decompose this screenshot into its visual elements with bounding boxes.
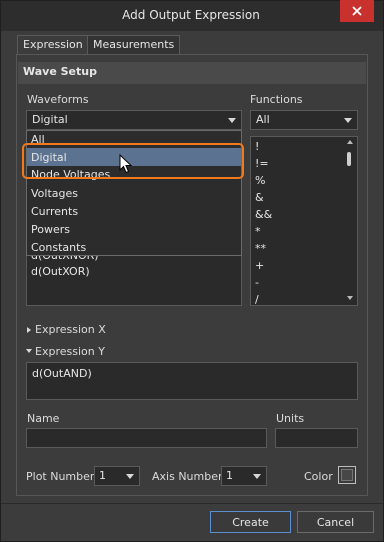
list-item[interactable]: & xyxy=(255,191,264,204)
list-item[interactable]: % xyxy=(255,174,265,187)
expression-y-input[interactable]: d(OutAND) xyxy=(26,362,358,400)
plot-number-value: 1 xyxy=(99,469,106,482)
color-swatch[interactable] xyxy=(338,466,356,484)
tab-expression[interactable]: Expression xyxy=(17,35,89,54)
divider xyxy=(1,503,383,504)
functions-dropdown[interactable]: All xyxy=(250,110,358,130)
scroll-down-icon[interactable] xyxy=(347,296,353,300)
list-item[interactable]: / xyxy=(255,293,259,305)
list-item[interactable]: d(OutXOR) xyxy=(31,265,90,278)
functions-label: Functions xyxy=(250,93,303,106)
name-label: Name xyxy=(27,412,60,425)
functions-list[interactable]: ! != % & && * ** + - / xyxy=(250,136,358,306)
cancel-button[interactable]: Cancel xyxy=(297,511,374,533)
list-item[interactable]: && xyxy=(255,208,272,221)
chevron-down-icon xyxy=(126,474,134,479)
expand-right-icon[interactable] xyxy=(27,327,31,333)
color-label: Color xyxy=(304,470,333,483)
close-button[interactable] xyxy=(340,0,374,22)
chevron-down-icon xyxy=(344,118,352,123)
name-input[interactable] xyxy=(26,428,267,448)
functions-scrollbar[interactable] xyxy=(347,152,351,166)
callout-highlight xyxy=(22,143,244,179)
tab-measurements[interactable]: Measurements xyxy=(87,35,181,54)
create-button[interactable]: Create xyxy=(210,511,291,533)
dropdown-option-voltages[interactable]: Voltages xyxy=(31,187,78,200)
close-icon xyxy=(352,6,362,16)
units-label: Units xyxy=(276,412,305,425)
plot-number-dropdown[interactable]: 1 xyxy=(94,466,140,486)
expression-x-label[interactable]: Expression X xyxy=(35,323,106,336)
chevron-down-icon xyxy=(253,474,261,479)
axis-number-label: Axis Number xyxy=(152,470,223,483)
list-item[interactable]: ! xyxy=(255,140,259,153)
list-item[interactable]: + xyxy=(255,259,264,272)
plot-number-label: Plot Number xyxy=(26,470,95,483)
axis-number-value: 1 xyxy=(226,469,233,482)
mouse-cursor-icon xyxy=(119,154,133,174)
window-title: Add Output Expression xyxy=(122,8,260,22)
units-input[interactable] xyxy=(275,428,358,448)
dropdown-option-constants[interactable]: Constants xyxy=(31,241,86,254)
chevron-down-icon xyxy=(228,118,236,123)
dropdown-option-powers[interactable]: Powers xyxy=(31,223,70,236)
axis-number-dropdown[interactable]: 1 xyxy=(221,466,267,486)
list-item[interactable]: - xyxy=(255,276,259,289)
dropdown-option-currents[interactable]: Currents xyxy=(31,205,78,218)
functions-dropdown-value: All xyxy=(256,113,270,126)
list-item[interactable]: * xyxy=(255,225,261,238)
list-item[interactable]: != xyxy=(255,157,269,170)
waveforms-label: Waveforms xyxy=(27,93,89,106)
collapse-down-icon[interactable] xyxy=(26,349,32,353)
waveforms-dropdown[interactable]: Digital xyxy=(26,110,242,130)
list-item[interactable]: ** xyxy=(255,242,266,255)
waveforms-dropdown-value: Digital xyxy=(32,113,68,126)
scroll-up-icon[interactable] xyxy=(347,140,353,144)
expression-y-label[interactable]: Expression Y xyxy=(35,345,105,358)
wave-setup-header: Wave Setup xyxy=(18,62,366,84)
